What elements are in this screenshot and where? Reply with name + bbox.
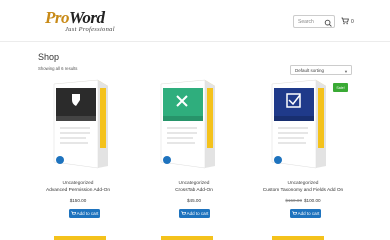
cart-count: 0 (351, 18, 354, 25)
logo-text: ProWord (45, 8, 105, 27)
product-image-partial (54, 236, 106, 240)
result-count: Showing all 6 results (38, 66, 78, 71)
chevron-down-icon: ▼ (344, 68, 348, 74)
logo-tagline: Just Professional (65, 26, 115, 33)
old-price: $150.00 (285, 198, 302, 203)
cart-icon (70, 210, 76, 217)
sale-price: $100.00 (304, 198, 321, 203)
sort-select[interactable]: Default sorting ▼ (290, 65, 352, 75)
product-price: $45.00 (186, 198, 202, 203)
page-title: Shop (38, 52, 60, 62)
product-image-partial (161, 236, 213, 240)
cart-icon (291, 210, 297, 217)
product-title[interactable]: Custom Taxonomy and Fields Add On (253, 188, 353, 193)
cart-icon (341, 17, 349, 27)
product-image[interactable] (268, 76, 328, 176)
cart-link[interactable]: 0 (341, 16, 354, 27)
product-title[interactable]: CrossTab Add-On (144, 188, 244, 193)
add-to-cart-button[interactable]: Add to cart (69, 209, 100, 218)
site-header: ProWord Just Professional 0 (0, 0, 390, 42)
product-category: Uncategorized (287, 181, 319, 186)
sale-badge: Sale! (333, 83, 348, 92)
site-logo[interactable]: ProWord Just Professional (45, 8, 125, 38)
product-category: Uncategorized (62, 181, 94, 186)
search-icon[interactable] (323, 16, 334, 27)
product-image[interactable] (157, 76, 217, 176)
product-category: Uncategorized (178, 181, 210, 186)
add-to-cart-button[interactable]: Add to cart (179, 209, 210, 218)
product-image[interactable] (50, 76, 110, 176)
product-title[interactable]: Advanced Permission Add-On (28, 188, 128, 193)
sort-value: Default sorting (295, 68, 325, 73)
add-to-cart-button[interactable]: Add to cart (290, 209, 321, 218)
product-image-partial (272, 236, 324, 240)
cart-icon (180, 210, 186, 217)
product-price: $150.00 (69, 198, 87, 203)
product-price-sale: $150.00 $100.00 (263, 198, 343, 203)
